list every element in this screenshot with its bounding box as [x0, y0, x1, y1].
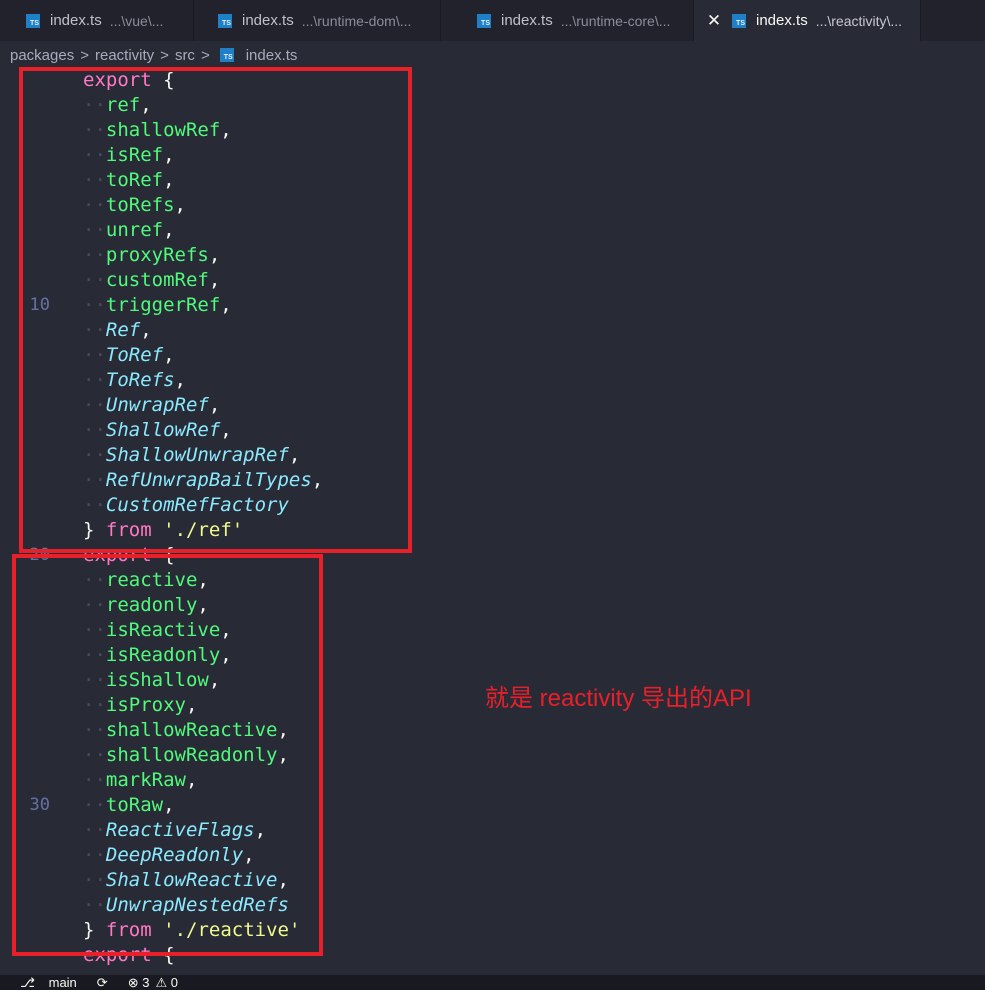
breadcrumb-item-packages[interactable]: packages — [10, 47, 74, 64]
chevron-right-icon: > — [160, 46, 169, 64]
tab-label: index.ts — [50, 12, 102, 29]
tab-label: index.ts — [501, 12, 553, 29]
warning-count[interactable]: ⚠ 0 — [155, 975, 178, 990]
tab-runtime-dom-index[interactable]: TS index.ts ...\runtime-dom\... — [194, 0, 441, 41]
tab-path: ...\runtime-dom\... — [301, 12, 412, 29]
tab-vue-index[interactable]: TS index.ts ...\vue\... — [0, 0, 194, 41]
tab-reactivity-index[interactable]: ✕ TS index.ts ...\reactivity\... — [694, 0, 921, 41]
close-icon[interactable]: ✕ — [702, 11, 726, 31]
annotation-text: 就是 reactivity 导出的API — [485, 685, 752, 712]
typescript-file-icon: TS — [219, 48, 234, 62]
breadcrumb-item-src[interactable]: src — [175, 47, 195, 64]
typescript-file-icon: TS — [732, 13, 746, 28]
tab-path: ...\vue\... — [109, 12, 164, 29]
tab-label: index.ts — [756, 12, 808, 29]
breadcrumb-item-file[interactable]: index.ts — [246, 47, 298, 64]
source-control-branch-icon: ⎇ — [20, 975, 35, 990]
chevron-right-icon: > — [80, 46, 89, 64]
branch-status[interactable]: ⎇ main — [10, 975, 77, 990]
chevron-right-icon: > — [200, 46, 210, 64]
sync-icon[interactable]: ⟳ — [97, 975, 108, 990]
tab-label: index.ts — [242, 12, 294, 29]
branch-name: main — [48, 975, 77, 990]
tab-path: ...\reactivity\... — [815, 12, 903, 29]
typescript-file-icon: TS — [477, 13, 491, 28]
typescript-file-icon: TS — [26, 13, 40, 28]
tab-bar: TS index.ts ...\vue\... TS index.ts ...\… — [0, 0, 985, 41]
breadcrumb: packages > reactivity > src > TS index.t… — [0, 42, 985, 68]
highlight-box-ref-exports — [19, 67, 412, 553]
highlight-box-reactive-exports — [12, 554, 323, 956]
breadcrumb-item-reactivity[interactable]: reactivity — [95, 47, 154, 64]
status-bar: ⎇ main ⟳ ⊗ 3 ⚠ 0 — [0, 975, 985, 990]
error-count[interactable]: ⊗ 3 — [128, 975, 150, 990]
typescript-file-icon: TS — [218, 13, 232, 28]
tab-path: ...\runtime-core\... — [560, 12, 671, 29]
tab-runtime-core-index[interactable]: TS index.ts ...\runtime-core\... — [441, 0, 694, 41]
